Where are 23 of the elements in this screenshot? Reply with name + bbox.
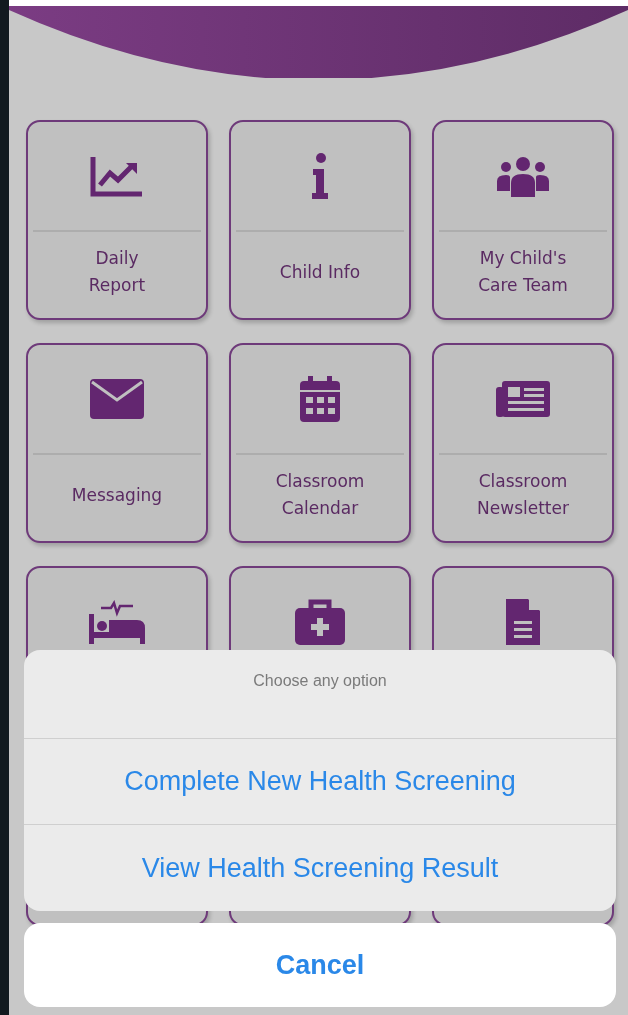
info-icon — [311, 153, 329, 199]
tile-label: Classroom Newsletter — [477, 470, 569, 520]
document-icon — [506, 599, 540, 645]
menu-tile[interactable]: Classroom Newsletter — [432, 343, 614, 543]
newspaper-icon — [496, 381, 550, 417]
tile-label: Classroom Calendar — [275, 470, 365, 520]
menu-tile[interactable]: Daily Report — [26, 120, 208, 320]
action-sheet-title: Choose any option — [24, 650, 616, 739]
menu-tile[interactable]: My Child's Care Team — [432, 120, 614, 320]
cancel-button[interactable]: Cancel — [24, 923, 616, 1007]
menu-tile[interactable]: Child Info — [229, 120, 411, 320]
people-icon — [496, 155, 550, 197]
menu-tile[interactable]: Messaging — [26, 343, 208, 543]
line-chart-icon — [90, 155, 144, 197]
tile-label: Child Info — [279, 260, 361, 284]
calendar-icon — [300, 376, 340, 422]
tile-label: Daily Report — [88, 247, 146, 297]
medical-kit-icon — [295, 599, 345, 645]
menu-tile[interactable]: Classroom Calendar — [229, 343, 411, 543]
tile-label: Messaging — [71, 483, 163, 507]
envelope-icon — [90, 379, 144, 419]
tile-label: My Child's Care Team — [478, 247, 568, 297]
bed-pulse-icon — [89, 600, 145, 644]
